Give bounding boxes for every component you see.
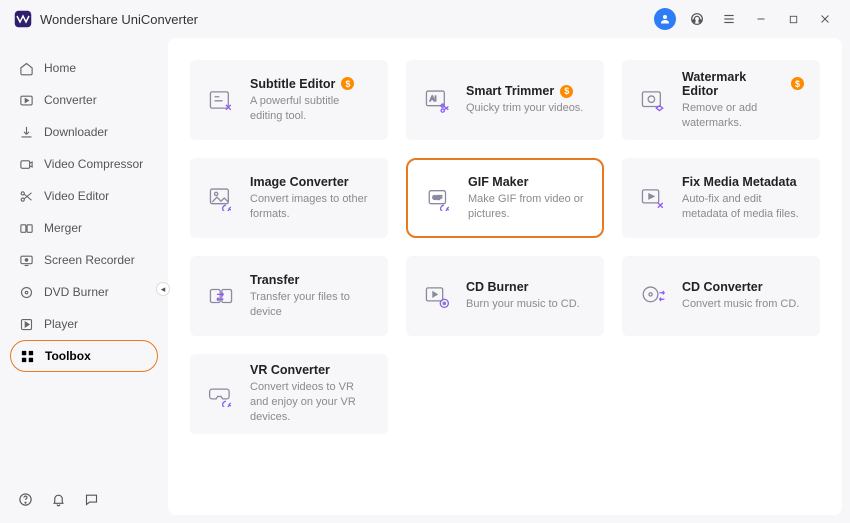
tool-vr-converter[interactable]: VR Converter Convert videos to VR and en… [190,354,388,434]
sidebar-item-dvd[interactable]: DVD Burner [10,276,158,308]
gif-icon: GIF [424,183,454,213]
merger-icon [18,220,34,236]
sidebar-item-label: Downloader [44,125,108,139]
svg-text:AI: AI [430,94,437,103]
tool-title: Fix Media Metadata [682,175,797,189]
minimize-button[interactable] [750,8,772,30]
tool-image-converter[interactable]: Image Converter Convert images to other … [190,158,388,238]
sidebar-footer [10,486,158,513]
app-logo [14,10,32,28]
tool-cd-burner[interactable]: CD Burner Burn your music to CD. [406,256,604,336]
sidebar-item-label: Merger [44,221,82,235]
trimmer-icon: AI [422,85,452,115]
app-title: Wondershare UniConverter [40,12,198,27]
sidebar-collapse-button[interactable]: ◂ [156,282,170,296]
tool-smart-trimmer[interactable]: AI Smart Trimmer $ Quicky trim your video… [406,60,604,140]
download-icon [18,124,34,140]
watermark-icon [638,85,668,115]
paid-badge: $ [341,77,354,90]
sidebar-item-compressor[interactable]: Video Compressor [10,148,158,180]
tool-title: GIF Maker [468,175,528,189]
tool-watermark-editor[interactable]: Watermark Editor $ Remove or add watermar… [622,60,820,140]
tool-desc: A powerful subtitle editing tool. [250,94,372,124]
tool-title: Image Converter [250,175,349,189]
converter-icon [18,92,34,108]
compressor-icon [18,156,34,172]
cd-converter-icon [638,281,668,311]
sidebar-item-label: Video Editor [44,189,109,203]
disc-icon [18,284,34,300]
sidebar-item-player[interactable]: Player [10,308,158,340]
tool-desc: Quicky trim your videos. [466,101,588,116]
tool-title: CD Burner [466,280,529,294]
sidebar-item-toolbox[interactable]: Toolbox [10,340,158,372]
sidebar-item-recorder[interactable]: Screen Recorder [10,244,158,276]
sidebar-item-label: Converter [44,93,97,107]
toolbox-grid: Subtitle Editor $ A powerful subtitle edi… [168,38,842,515]
subtitle-icon [206,85,236,115]
maximize-button[interactable] [782,8,804,30]
sidebar-item-label: Toolbox [45,349,91,363]
metadata-icon [638,183,668,213]
tool-subtitle-editor[interactable]: Subtitle Editor $ A powerful subtitle edi… [190,60,388,140]
menu-icon[interactable] [718,8,740,30]
tool-title: CD Converter [682,280,763,294]
tool-desc: Make GIF from video or pictures. [468,192,586,222]
tool-desc: Transfer your files to device [250,290,372,320]
tool-title: Transfer [250,273,299,287]
cd-burner-icon [422,281,452,311]
paid-badge: $ [791,77,804,90]
play-icon [18,316,34,332]
tool-desc: Auto-fix and edit metadata of media file… [682,192,804,222]
tool-desc: Burn your music to CD. [466,297,588,312]
sidebar-item-home[interactable]: Home [10,52,158,84]
sidebar: Home Converter Downloader Video Compress… [0,38,168,523]
home-icon [18,60,34,76]
tool-gif-maker[interactable]: GIF GIF Maker Make GIF from video or pic… [406,158,604,238]
sidebar-item-label: Screen Recorder [44,253,135,267]
scissors-icon [18,188,34,204]
sidebar-item-downloader[interactable]: Downloader [10,116,158,148]
sidebar-item-label: Player [44,317,78,331]
sidebar-item-label: DVD Burner [44,285,109,299]
paid-badge: $ [560,85,573,98]
tool-desc: Convert videos to VR and enjoy on your V… [250,380,372,425]
help-icon[interactable] [18,492,33,507]
vr-icon [206,379,236,409]
recorder-icon [18,252,34,268]
sidebar-item-label: Video Compressor [44,157,143,171]
tool-desc: Convert music from CD. [682,297,804,312]
close-button[interactable] [814,8,836,30]
sidebar-item-converter[interactable]: Converter [10,84,158,116]
tool-fix-metadata[interactable]: Fix Media Metadata Auto-fix and edit met… [622,158,820,238]
tool-title: Subtitle Editor [250,77,335,91]
notifications-icon[interactable] [51,492,66,507]
tool-title: VR Converter [250,363,330,377]
tool-title: Smart Trimmer [466,84,554,98]
tool-transfer[interactable]: Transfer Transfer your files to device [190,256,388,336]
tool-cd-converter[interactable]: CD Converter Convert music from CD. [622,256,820,336]
svg-text:GIF: GIF [433,196,443,202]
sidebar-item-merger[interactable]: Merger [10,212,158,244]
titlebar: Wondershare UniConverter [0,0,850,38]
sidebar-item-editor[interactable]: Video Editor [10,180,158,212]
transfer-icon [206,281,236,311]
tool-desc: Convert images to other formats. [250,192,372,222]
feedback-icon[interactable] [84,492,99,507]
tool-title: Watermark Editor [682,70,785,98]
user-account-button[interactable] [654,8,676,30]
support-icon[interactable] [686,8,708,30]
toolbox-icon [19,348,35,364]
tool-desc: Remove or add watermarks. [682,101,804,131]
image-icon [206,183,236,213]
sidebar-item-label: Home [44,61,76,75]
